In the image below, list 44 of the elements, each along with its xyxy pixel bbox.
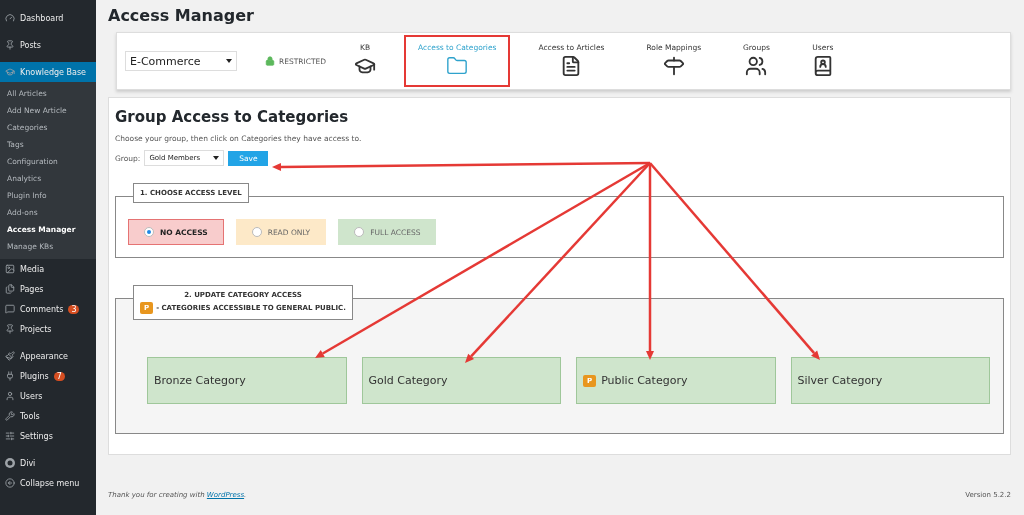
menu-icon	[5, 284, 15, 294]
sidebar-item[interactable]: Media	[0, 259, 96, 279]
lock-icon	[265, 56, 275, 66]
caret-icon	[213, 156, 220, 160]
sidebar-item[interactable]: Comments 3	[0, 299, 96, 319]
category-tile[interactable]: Bronze Category	[147, 357, 347, 404]
count-badge: 7	[53, 371, 65, 381]
radio-button[interactable]	[251, 227, 262, 237]
tab-icon	[446, 54, 469, 77]
sidebar-item[interactable]: Knowledge Base	[0, 62, 96, 82]
menu-icon	[5, 40, 15, 50]
menu-icon	[5, 371, 15, 381]
sidebar-item[interactable]: Users	[0, 386, 96, 406]
section-title: Group Access to Categories	[115, 108, 350, 126]
category-tile[interactable]: Silver Category	[790, 357, 990, 404]
menu-icon	[5, 264, 15, 274]
menu-icon	[5, 411, 15, 421]
menu-icon	[5, 67, 15, 77]
sidebar-item[interactable]: Pages	[0, 279, 96, 299]
sidebar-item[interactable]: Tools	[0, 406, 96, 426]
menu-icon	[5, 478, 15, 488]
tab-icon	[662, 54, 685, 77]
page-title: Access Manager	[108, 6, 255, 27]
menu-icon	[5, 13, 15, 23]
radio-button[interactable]	[144, 227, 154, 237]
sidebar-item[interactable]: Posts	[0, 35, 96, 55]
category-tile[interactable]: Gold Category	[361, 357, 561, 404]
sidebar-item[interactable]: Projects	[0, 319, 96, 339]
menu-icon	[5, 391, 15, 401]
sidebar-item[interactable]: Dashboard	[0, 8, 96, 28]
radio-button[interactable]	[354, 227, 365, 237]
menu-icon	[5, 351, 15, 361]
kb-select[interactable]: E-Commerce	[125, 51, 237, 71]
sidebar-item[interactable]: Divi	[0, 453, 96, 473]
sidebar-item[interactable]: Collapse menu	[0, 473, 96, 493]
sidebar-item[interactable]: Plugins 7	[0, 366, 96, 386]
sidebar-item[interactable]: Appearance	[0, 346, 96, 366]
menu-icon	[5, 304, 15, 314]
count-badge: 3	[68, 304, 80, 314]
menu-icon	[5, 324, 15, 334]
sidebar-item[interactable]: Settings	[0, 426, 96, 446]
tab-icon	[745, 54, 768, 77]
menu-icon	[5, 431, 15, 441]
caret-icon	[226, 59, 232, 63]
